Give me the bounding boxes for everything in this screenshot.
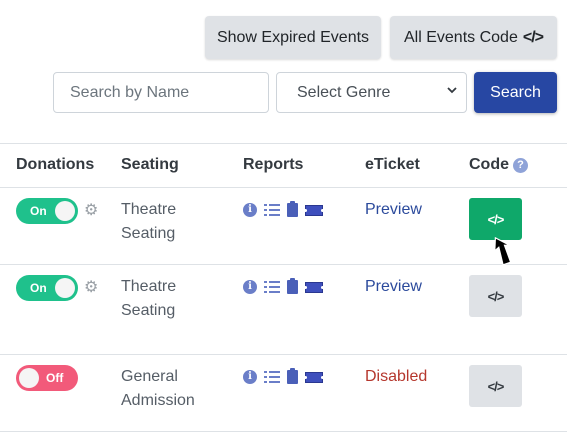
list-icon[interactable] — [264, 370, 280, 384]
donations-toggle[interactable]: On — [16, 198, 78, 224]
mouse-cursor-icon — [494, 236, 512, 266]
reports-cell: i — [243, 278, 324, 294]
info-icon[interactable]: i — [243, 370, 257, 384]
help-icon[interactable]: ? — [513, 158, 528, 173]
search-button-label: Search — [490, 83, 541, 101]
info-icon[interactable]: i — [243, 280, 257, 294]
search-placeholder: Search by Name — [70, 83, 190, 101]
header-seating: Seating — [121, 156, 179, 173]
toggle-knob — [55, 278, 75, 298]
code-icon: </> — [487, 211, 505, 227]
table-header-divider — [0, 187, 567, 188]
list-icon[interactable] — [264, 203, 280, 217]
info-icon[interactable]: i — [243, 203, 257, 217]
reports-cell: i — [243, 201, 324, 217]
toggle-knob — [55, 201, 75, 221]
genre-select-value: Select Genre — [297, 83, 391, 101]
genre-select[interactable]: Select Genre — [276, 72, 467, 113]
clipboard-icon[interactable] — [287, 201, 298, 217]
code-icon: </> — [487, 378, 505, 394]
table-top-divider — [0, 143, 567, 144]
header-reports: Reports — [243, 156, 304, 173]
table-bottom-divider — [0, 431, 567, 432]
header-eticket: eTicket — [365, 156, 420, 173]
reports-cell: i — [243, 368, 324, 384]
seating-line: Theatre — [121, 278, 177, 295]
code-icon: </> — [487, 288, 505, 304]
gear-icon[interactable]: ⚙ — [84, 200, 98, 220]
toggle-label: On — [30, 281, 47, 295]
toggle-label: On — [30, 204, 47, 218]
all-events-code-label: All Events Code — [404, 28, 518, 46]
donations-toggle[interactable]: On — [16, 275, 78, 301]
seating-cell: Theatre Seating — [121, 275, 231, 323]
row-divider — [0, 264, 567, 265]
seating-cell: General Admission — [121, 365, 231, 413]
ticket-icon[interactable] — [304, 371, 324, 383]
eticket-preview-link[interactable]: Preview — [365, 278, 422, 296]
search-input[interactable]: Search by Name — [53, 72, 269, 113]
seating-line: Seating — [121, 302, 176, 319]
code-icon: </> — [522, 28, 544, 46]
seating-cell: Theatre Seating — [121, 198, 231, 246]
header-donations: Donations — [16, 156, 95, 173]
embed-code-button[interactable]: </> — [469, 365, 522, 407]
show-expired-events-label: Show Expired Events — [216, 28, 370, 46]
gear-icon[interactable]: ⚙ — [84, 277, 98, 297]
seating-line: Admission — [121, 392, 195, 409]
list-icon[interactable] — [264, 280, 280, 294]
eticket-status: Disabled — [365, 368, 428, 385]
embed-code-button[interactable]: </> — [469, 275, 522, 317]
show-expired-events-button[interactable]: Show Expired Events — [205, 16, 381, 59]
all-events-code-button[interactable]: All Events Code </> — [390, 16, 557, 59]
ticket-icon[interactable] — [304, 204, 324, 216]
row-divider — [0, 354, 567, 355]
seating-line: Theatre — [121, 201, 177, 218]
ticket-icon[interactable] — [304, 281, 324, 293]
donations-toggle[interactable]: Off — [16, 365, 78, 391]
clipboard-icon[interactable] — [287, 368, 298, 384]
eticket-preview-link[interactable]: Preview — [365, 201, 422, 219]
header-code-label: Code — [469, 156, 509, 173]
toggle-knob — [19, 368, 39, 388]
header-code: Code? — [469, 156, 528, 174]
search-button[interactable]: Search — [474, 72, 557, 113]
seating-line: General — [121, 368, 178, 385]
seating-line: Seating — [121, 225, 176, 242]
clipboard-icon[interactable] — [287, 278, 298, 294]
toggle-label: Off — [46, 371, 64, 385]
chevron-down-icon — [446, 84, 458, 99]
